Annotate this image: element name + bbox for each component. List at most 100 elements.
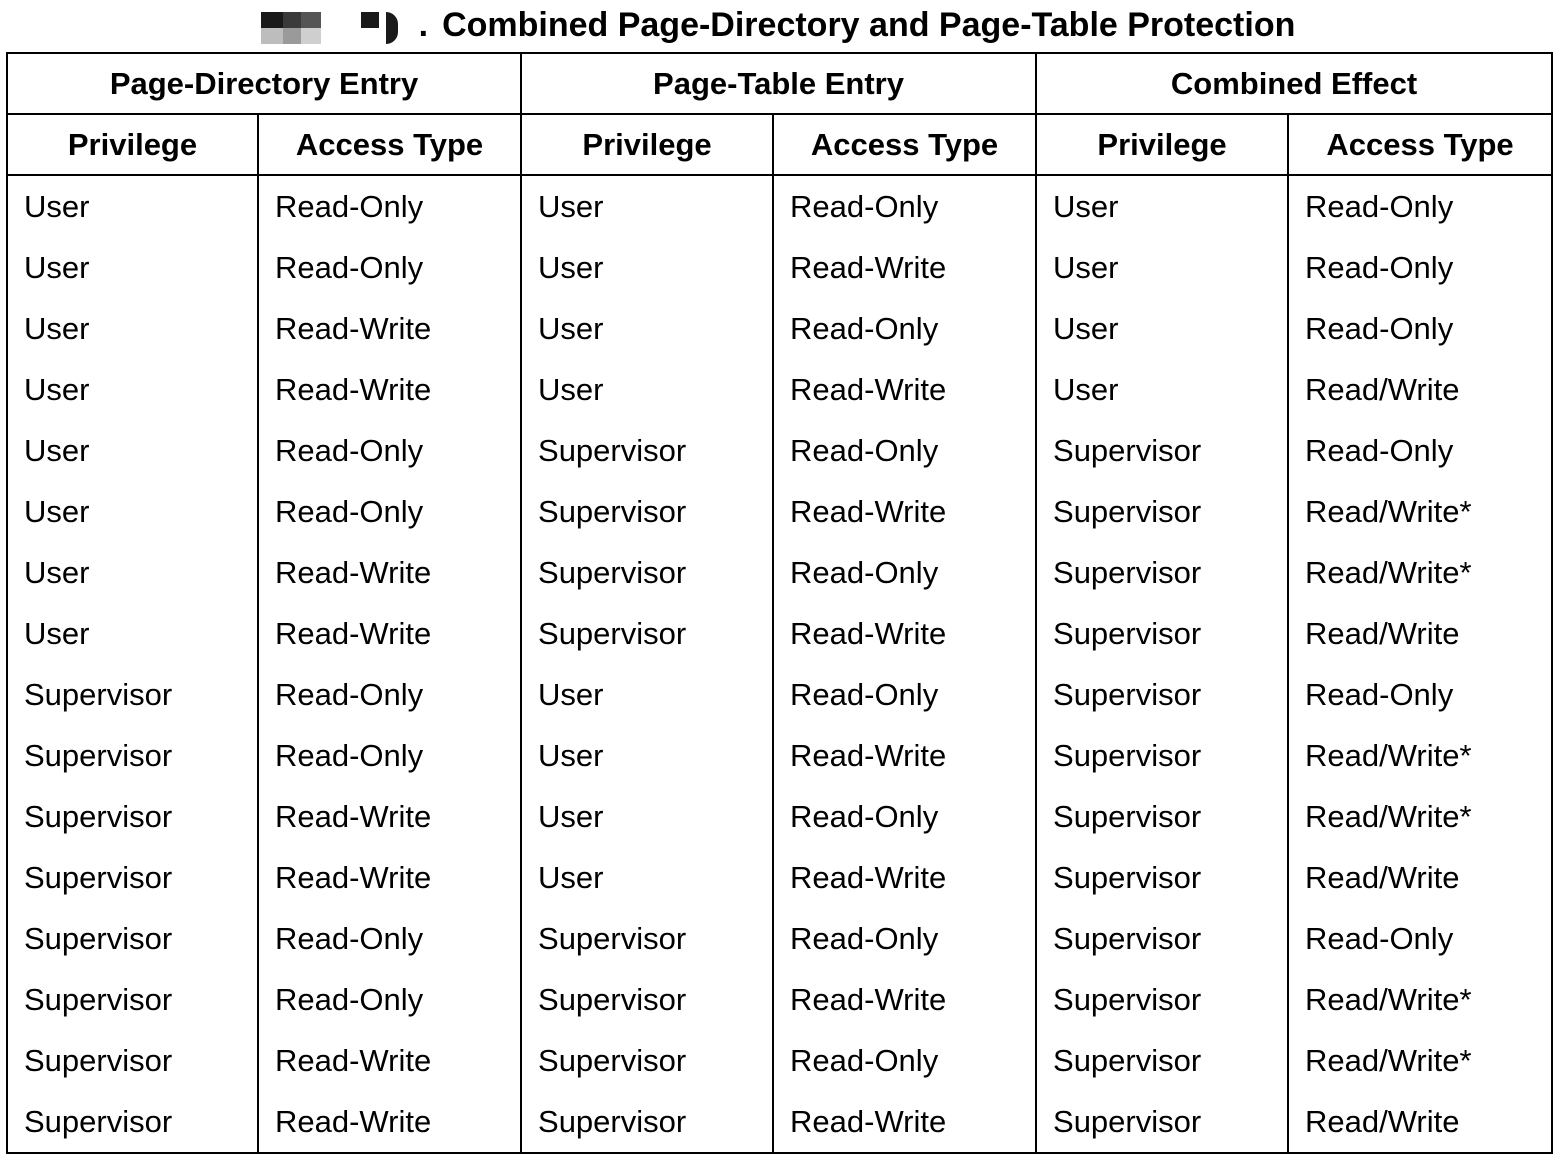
table-row: Supervisor Read-Only User Read-Only Supervis…: [6, 664, 1554, 725]
combined-privilege-cell: Supervisor: [1035, 908, 1290, 969]
pte-privilege-cell: Supervisor: [520, 420, 775, 481]
pde-access-type-cell: Read-Write: [256, 359, 523, 420]
table-row: User Read-Write Supervisor Read-Only Supervi…: [6, 542, 1554, 603]
pde-access-type-cell: Read-Only: [256, 908, 523, 969]
pde-access-type-cell: Read-Only: [256, 175, 523, 237]
table-row: User Read-Write User Read-Write User Read/Wri…: [6, 359, 1554, 420]
pde-privilege-cell: User: [6, 237, 259, 298]
pde-access-type-cell: Read-Write: [256, 542, 523, 603]
pte-access-type-cell: Read-Write: [772, 481, 1038, 542]
table-row: User Read-Write User Read-Only User Read-Only: [6, 298, 1554, 359]
pde-privilege-cell: User: [6, 481, 259, 542]
table-row: Supervisor Read-Only Supervisor Read-Only Su…: [6, 908, 1554, 969]
pde-access-type-cell: Read-Write: [256, 298, 523, 359]
pte-privilege-cell: Supervisor: [520, 969, 775, 1030]
pde-privilege-cell: Supervisor: [6, 1091, 259, 1153]
pte-access-type-cell: Read-Write: [772, 969, 1038, 1030]
pde-privilege-cell: User: [6, 603, 259, 664]
pte-access-type-cell: Read-Only: [772, 175, 1038, 237]
table-row: User Read-Write Supervisor Read-Write Superv…: [6, 603, 1554, 664]
combined-privilege-cell: User: [1035, 175, 1290, 237]
pde-access-type-cell: Read-Write: [256, 786, 523, 847]
redacted-table-number: [260, 6, 411, 44]
table-row: User Read-Only Supervisor Read-Only Supervis…: [6, 420, 1554, 481]
combined-privilege-cell: Supervisor: [1035, 1091, 1290, 1153]
pte-access-type-cell: Read-Only: [772, 664, 1038, 725]
pte-access-type-cell: Read-Only: [772, 908, 1038, 969]
pte-access-type-cell: Read-Write: [772, 1091, 1038, 1153]
column-header-pte-privilege: Privilege: [520, 113, 775, 176]
combined-access-type-cell: Read-Only: [1287, 664, 1554, 725]
pte-privilege-cell: User: [520, 237, 775, 298]
pte-privilege-cell: Supervisor: [520, 481, 775, 542]
pde-access-type-cell: Read-Only: [256, 664, 523, 725]
pte-privilege-cell: User: [520, 298, 775, 359]
combined-access-type-cell: Read/Write: [1287, 359, 1554, 420]
table-row: Supervisor Read-Only User Read-Write Supervi…: [6, 725, 1554, 786]
combined-privilege-cell: Supervisor: [1035, 1030, 1290, 1091]
table-row: User Read-Only Supervisor Read-Write Supervi…: [6, 481, 1554, 542]
combined-privilege-cell: User: [1035, 359, 1290, 420]
pte-access-type-cell: Read-Write: [772, 359, 1038, 420]
pte-privilege-cell: Supervisor: [520, 542, 775, 603]
combined-access-type-cell: Read/Write*: [1287, 542, 1554, 603]
pte-access-type-cell: Read-Only: [772, 1030, 1038, 1091]
combined-access-type-cell: Read/Write*: [1287, 1030, 1554, 1091]
pte-privilege-cell: Supervisor: [520, 1091, 775, 1153]
column-header-pde-privilege: Privilege: [6, 113, 259, 176]
pde-access-type-cell: Read-Only: [256, 481, 523, 542]
combined-privilege-cell: Supervisor: [1035, 847, 1290, 908]
combined-access-type-cell: Read/Write*: [1287, 786, 1554, 847]
pte-access-type-cell: Read-Write: [772, 237, 1038, 298]
pde-access-type-cell: Read-Only: [256, 969, 523, 1030]
column-header-pte-access-type: Access Type: [772, 113, 1038, 176]
combined-access-type-cell: Read/Write: [1287, 603, 1554, 664]
pte-access-type-cell: Read-Only: [772, 542, 1038, 603]
combined-access-type-cell: Read/Write: [1287, 1091, 1554, 1153]
table-caption: . Combined Page-Directory and Page-Table…: [0, 0, 1556, 50]
pte-privilege-cell: User: [520, 664, 775, 725]
combined-privilege-cell: Supervisor: [1035, 420, 1290, 481]
combined-access-type-cell: Read-Only: [1287, 298, 1554, 359]
combined-privilege-cell: User: [1035, 298, 1290, 359]
pte-access-type-cell: Read-Write: [772, 603, 1038, 664]
pde-access-type-cell: Read-Write: [256, 847, 523, 908]
combined-access-type-cell: Read-Only: [1287, 237, 1554, 298]
pde-access-type-cell: Read-Only: [256, 420, 523, 481]
combined-access-type-cell: Read-Only: [1287, 175, 1554, 237]
pde-access-type-cell: Read-Only: [256, 237, 523, 298]
pde-privilege-cell: Supervisor: [6, 908, 259, 969]
table-row: Supervisor Read-Write Supervisor Read-Only S…: [6, 1030, 1554, 1091]
combined-privilege-cell: Supervisor: [1035, 542, 1290, 603]
table-row: Supervisor Read-Only Supervisor Read-Write S…: [6, 969, 1554, 1030]
pde-access-type-cell: Read-Only: [256, 725, 523, 786]
group-header-row: Page-Directory Entry Page-Table Entry Co…: [5, 52, 1554, 115]
caption-title: Combined Page-Directory and Page-Table P…: [442, 5, 1296, 44]
combined-access-type-cell: Read-Only: [1287, 908, 1554, 969]
combined-access-type-cell: Read/Write: [1287, 847, 1554, 908]
pde-privilege-cell: User: [6, 542, 259, 603]
group-header-page-directory-entry: Page-Directory Entry: [5, 52, 523, 115]
table-body: User Read-Only User Read-Only User Read-Only U…: [6, 175, 1554, 1153]
pte-privilege-cell: User: [520, 847, 775, 908]
table-row: Supervisor Read-Write Supervisor Read-Write…: [6, 1091, 1554, 1153]
combined-access-type-cell: Read/Write*: [1287, 969, 1554, 1030]
protection-table: Page-Directory Entry Page-Table Entry Co…: [5, 52, 1554, 1154]
table-row: Supervisor Read-Write User Read-Only Supervi…: [6, 786, 1554, 847]
table-row: User Read-Only User Read-Only User Read-Only: [6, 175, 1554, 237]
combined-access-type-cell: Read/Write*: [1287, 481, 1554, 542]
column-header-row: Privilege Access Type Privilege Access T…: [6, 113, 1554, 176]
pte-privilege-cell: User: [520, 359, 775, 420]
group-header-page-table-entry: Page-Table Entry: [520, 52, 1038, 115]
pde-privilege-cell: Supervisor: [6, 664, 259, 725]
pte-privilege-cell: Supervisor: [520, 908, 775, 969]
pde-privilege-cell: Supervisor: [6, 725, 259, 786]
combined-privilege-cell: Supervisor: [1035, 481, 1290, 542]
combined-privilege-cell: Supervisor: [1035, 786, 1290, 847]
pde-privilege-cell: User: [6, 420, 259, 481]
pte-privilege-cell: Supervisor: [520, 603, 775, 664]
table-row: User Read-Only User Read-Write User Read-Only: [6, 237, 1554, 298]
pde-access-type-cell: Read-Write: [256, 603, 523, 664]
caption-period: .: [418, 5, 429, 44]
pte-privilege-cell: User: [520, 786, 775, 847]
